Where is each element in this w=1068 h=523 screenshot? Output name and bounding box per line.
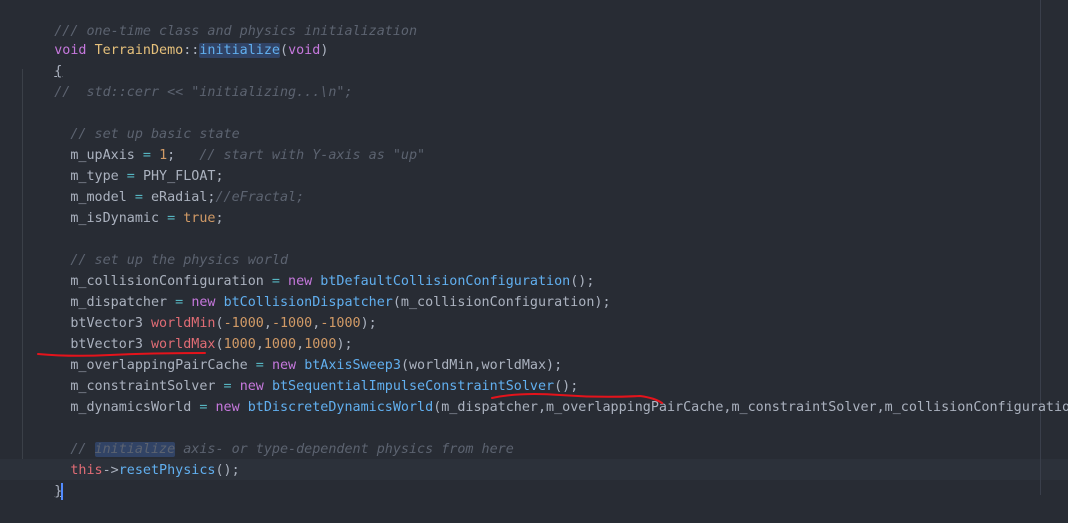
- assign-op: =: [191, 400, 216, 415]
- code-line-12[interactable]: // set up the physics world: [22, 229, 1062, 268]
- var-dynamics-world: m_dynamicsWorld: [70, 400, 192, 415]
- code-line-13[interactable]: m_collisionConfiguration = new btDefault…: [22, 250, 1062, 289]
- text-cursor: [61, 482, 64, 500]
- code-editor[interactable]: /// one-time class and physics initializ…: [0, 0, 1068, 500]
- comment-cerr: // std::cerr << "initializing...\n";: [54, 85, 353, 100]
- code-line-9[interactable]: m_model = eRadial;//eFractal;: [22, 166, 1062, 205]
- code-line-19[interactable]: m_dynamicsWorld = new btDiscreteDynamics…: [22, 376, 1068, 415]
- code-line-14[interactable]: m_dispatcher = new btCollisionDispatcher…: [22, 271, 1062, 310]
- call-discrete-dynamics-world: btDiscreteDynamicsWorld: [247, 400, 434, 415]
- code-line-6[interactable]: // set up basic state: [22, 103, 1062, 142]
- code-line-17[interactable]: m_overlappingPairCache = new btAxisSweep…: [22, 334, 1062, 373]
- code-line-16[interactable]: btVector3 worldMax(1000,1000,1000);: [22, 313, 1062, 352]
- semicolon: ;: [215, 211, 224, 226]
- assign-op: =: [159, 211, 184, 226]
- code-line-22[interactable]: this->resetPhysics();: [22, 439, 1062, 478]
- call-args: (m_dispatcher,m_overlappingPairCache,m_c…: [433, 400, 1068, 415]
- bool-true: true: [183, 211, 216, 226]
- code-line-23[interactable]: }: [22, 460, 1062, 500]
- code-line-10[interactable]: m_isDynamic = true;: [22, 187, 1062, 226]
- code-line-3[interactable]: {: [22, 40, 1062, 79]
- code-line-18[interactable]: m_constraintSolver = new btSequentialImp…: [22, 355, 1062, 394]
- code-line-8[interactable]: m_type = PHY_FLOAT;: [22, 145, 1062, 184]
- var-isdynamic: m_isDynamic: [70, 211, 160, 226]
- code-line-21[interactable]: // initialize axis- or type-dependent ph…: [22, 418, 1062, 457]
- code-line-7[interactable]: m_upAxis = 1; // start with Y-axis as "u…: [22, 124, 1062, 163]
- code-line-15[interactable]: btVector3 worldMin(-1000,-1000,-1000);: [22, 292, 1062, 331]
- code-line-1[interactable]: /// one-time class and physics initializ…: [22, 0, 1062, 39]
- code-line-2[interactable]: void TerrainDemo::initialize(void): [22, 19, 1062, 58]
- code-line-4[interactable]: // std::cerr << "initializing...\n";: [22, 61, 1062, 100]
- keyword-new: new: [215, 400, 240, 415]
